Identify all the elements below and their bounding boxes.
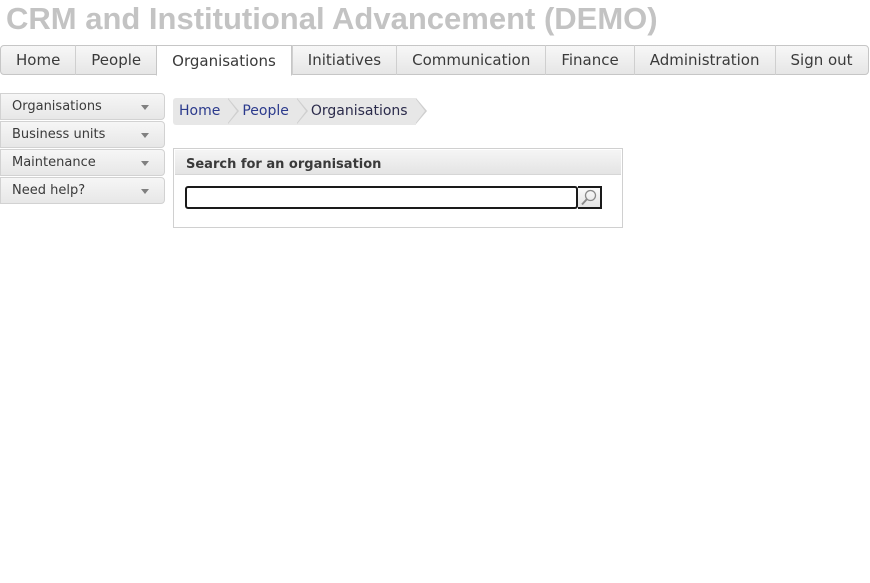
sidebar-item-maintenance[interactable]: Maintenance [0, 149, 165, 176]
search-row [185, 186, 602, 209]
sidebar-item-organisations[interactable]: Organisations [0, 93, 165, 120]
breadcrumb: Home People Organisations [173, 98, 427, 125]
top-navigation: Home People Organisations Initiatives Co… [0, 45, 869, 76]
search-input[interactable] [185, 186, 578, 209]
search-panel: Search for an organisation [173, 148, 623, 228]
sidebar-item-need-help[interactable]: Need help? [0, 177, 165, 204]
sidebar-item-label: Maintenance [12, 155, 96, 170]
tab-administration[interactable]: Administration [633, 45, 775, 75]
chevron-down-icon [141, 189, 149, 194]
chevron-down-icon [141, 133, 149, 138]
magnifier-icon [581, 189, 597, 206]
search-panel-title: Search for an organisation [175, 150, 621, 175]
tab-organisations[interactable]: Organisations [156, 45, 292, 76]
sidebar-item-label: Need help? [12, 183, 86, 198]
breadcrumb-organisations: Organisations [296, 98, 427, 125]
tab-finance[interactable]: Finance [545, 45, 633, 75]
search-button[interactable] [578, 186, 602, 209]
sidebar-item-label: Organisations [12, 99, 102, 114]
chevron-down-icon [141, 161, 149, 166]
app-title: CRM and Institutional Advancement (DEMO) [6, 1, 658, 36]
breadcrumb-home[interactable]: Home [173, 98, 240, 125]
sidebar-item-label: Business units [12, 127, 106, 142]
chevron-down-icon [141, 105, 149, 110]
tab-people[interactable]: People [75, 45, 156, 75]
tab-communication[interactable]: Communication [396, 45, 545, 75]
sidebar-item-business-units[interactable]: Business units [0, 121, 165, 148]
tab-home[interactable]: Home [1, 45, 75, 75]
tab-sign-out[interactable]: Sign out [774, 45, 868, 75]
sidebar-menu: Organisations Business units Maintenance… [0, 93, 165, 205]
tab-initiatives[interactable]: Initiatives [291, 45, 396, 75]
